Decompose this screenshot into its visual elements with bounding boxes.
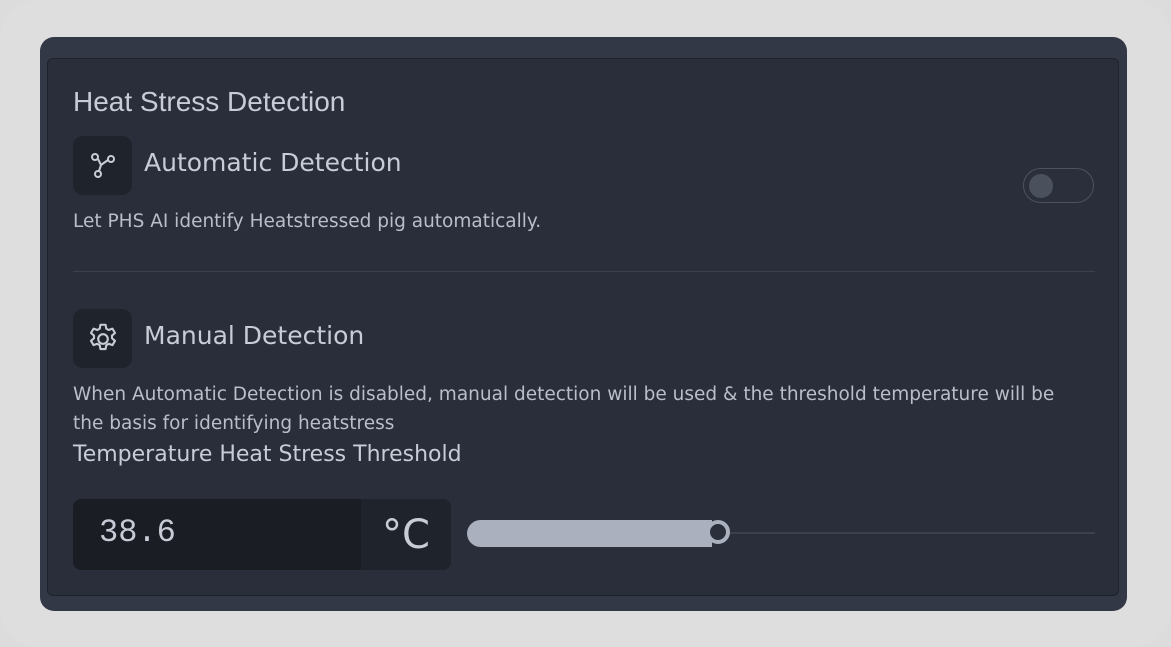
threshold-temperature-input[interactable]: 38.6 <box>73 499 362 570</box>
manual-detection-icon-box <box>73 309 132 368</box>
automatic-detection-toggle[interactable] <box>1023 168 1094 203</box>
threshold-slider[interactable] <box>467 516 1095 550</box>
graph-nodes-icon <box>90 152 115 178</box>
threshold-label: Temperature Heat Stress Threshold <box>73 442 462 467</box>
slider-thumb[interactable] <box>706 520 730 544</box>
slider-fill <box>467 520 712 547</box>
toggle-knob <box>1029 174 1053 198</box>
section-heading: Heat Stress Detection <box>73 86 346 117</box>
temperature-unit-label: °C <box>361 499 451 570</box>
automatic-detection-title: Automatic Detection <box>144 148 402 177</box>
manual-detection-title: Manual Detection <box>144 321 365 350</box>
section-divider <box>73 271 1095 272</box>
automatic-detection-icon-box <box>73 136 132 195</box>
automatic-detection-description: Let PHS AI identify Heatstressed pig aut… <box>73 211 542 232</box>
manual-detection-description: When Automatic Detection is disabled, ma… <box>73 384 1055 434</box>
gear-icon <box>89 323 116 350</box>
